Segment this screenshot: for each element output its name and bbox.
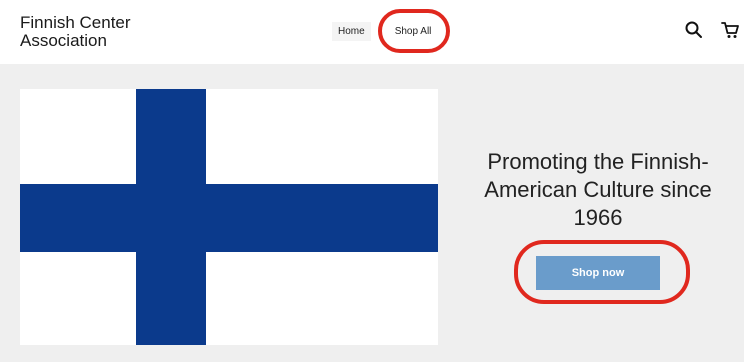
nav-home-link[interactable]: Home <box>332 21 371 41</box>
search-icon[interactable] <box>684 20 704 40</box>
shop-now-button[interactable]: Shop now <box>536 256 660 290</box>
site-header: Finnish Center Association Home Shop All <box>0 0 744 64</box>
brand-line-2: Association <box>20 31 107 50</box>
main-nav: Home Shop All <box>332 18 437 44</box>
brand-line-1: Finnish Center <box>20 13 131 32</box>
brand-logo-text[interactable]: Finnish Center Association <box>20 14 160 50</box>
finland-flag-image <box>20 89 438 345</box>
flag-cross-horizontal <box>20 184 438 252</box>
nav-shop-all-link[interactable]: Shop All <box>389 22 438 41</box>
hero-headline: Promoting the Finnish-American Culture s… <box>484 149 712 230</box>
cart-icon[interactable] <box>720 20 740 40</box>
